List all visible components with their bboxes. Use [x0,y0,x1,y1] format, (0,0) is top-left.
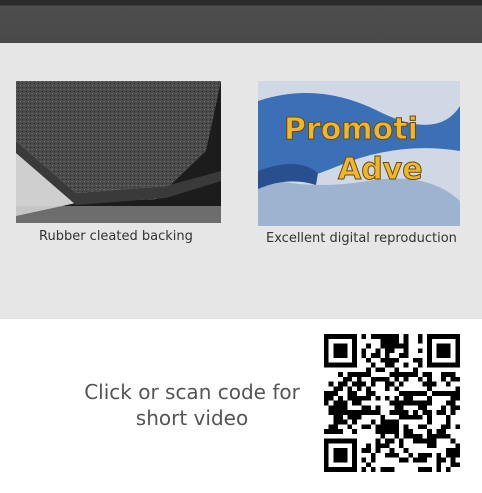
cta-line-2: short video [135,406,249,430]
video-cta-link[interactable]: Click or scan code for short video [62,379,322,431]
svg-text:Adve: Adve [338,152,423,187]
photo-text-line1: Promoti [284,112,418,147]
video-qr-code[interactable] [324,334,460,472]
caption-digital-reproduction: Excellent digital reproduction [266,231,457,246]
rubber-backing-photo [16,81,221,223]
cta-line-1: Click or scan code for [84,380,300,404]
digital-print-photo: Promoti Adve [258,81,460,226]
caption-rubber-backing: Rubber cleated backing [39,229,193,244]
top-toolbar [0,0,482,43]
feature-gallery: Promoti Adve Rubber cleated backing Exce… [0,43,482,319]
